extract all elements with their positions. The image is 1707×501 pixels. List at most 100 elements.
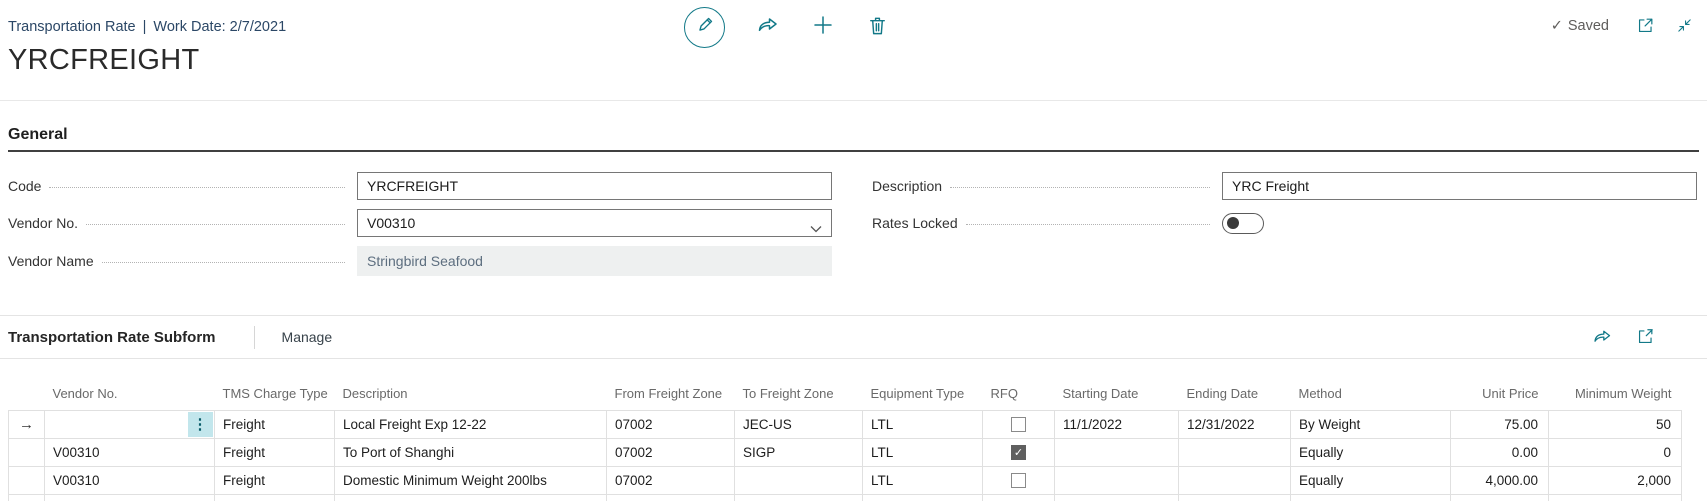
cell-starting-date[interactable]: 11/1/2022 <box>1054 409 1179 439</box>
col-vendor-no[interactable]: Vendor No. <box>44 359 215 411</box>
cell-from-freight-zone[interactable]: 07002 <box>606 437 735 467</box>
col-ending-date[interactable]: Ending Date <box>1178 359 1291 411</box>
subform-title-separator <box>253 325 255 349</box>
cell-method[interactable]: By Weight <box>1290 409 1451 439</box>
cell-ending-date[interactable] <box>1178 493 1291 501</box>
cell-vendor-no[interactable]: V00310 <box>44 465 215 495</box>
vendor-name-label: Vendor Name <box>8 253 94 269</box>
description-field-row: Description <box>872 172 1697 200</box>
code-input[interactable] <box>357 172 832 200</box>
cell-to-freight-zone[interactable] <box>734 465 863 495</box>
cell-unit-price[interactable]: 4,000.00 <box>1450 465 1549 495</box>
cell-ending-date[interactable] <box>1178 437 1291 467</box>
cell-rfq <box>982 437 1055 467</box>
cell-from-freight-zone[interactable] <box>606 493 735 501</box>
vendor-no-input[interactable] <box>357 209 832 237</box>
delete-button[interactable] <box>866 14 889 42</box>
cell-options-button[interactable]: ⋮ <box>188 411 213 437</box>
cell-from-freight-zone[interactable]: 07002 <box>606 465 735 495</box>
cell-method[interactable]: Equally <box>1290 437 1451 467</box>
collapse-icon[interactable] <box>1676 17 1693 34</box>
breadcrumb-separator: | <box>142 19 147 35</box>
chevron-down-icon[interactable] <box>810 220 822 238</box>
transportation-rate-table: Vendor No. TMS Charge Type Description F… <box>0 358 1707 501</box>
page-title: YRCFREIGHT <box>8 44 200 76</box>
table-row: V00310 Freight To Port of Shanghi 07002 … <box>8 437 1682 467</box>
col-from-freight-zone[interactable]: From Freight Zone <box>606 359 735 411</box>
new-button[interactable] <box>811 13 835 42</box>
cell-description[interactable]: To Port of Shanghi <box>334 437 607 467</box>
cell-description[interactable] <box>334 493 607 501</box>
manage-menu[interactable]: Manage <box>282 329 333 345</box>
current-row-indicator: → <box>8 409 45 439</box>
cell-method[interactable]: Equally <box>1290 465 1451 495</box>
cell-minimum-weight[interactable] <box>1548 493 1682 501</box>
share-button[interactable] <box>756 13 780 42</box>
cell-minimum-weight[interactable]: 0 <box>1548 437 1682 467</box>
subform-expand-button[interactable] <box>1636 327 1655 346</box>
cell-starting-date[interactable] <box>1054 465 1179 495</box>
cell-ending-date[interactable]: 12/31/2022 <box>1178 409 1291 439</box>
cell-method[interactable] <box>1290 493 1451 501</box>
cell-ending-date[interactable] <box>1178 465 1291 495</box>
cell-to-freight-zone[interactable]: JEC-US <box>734 409 863 439</box>
dotted-leader <box>950 186 1210 188</box>
vendor-name-value[interactable]: Stringbird Seafood <box>357 246 832 276</box>
share-icon <box>756 13 780 42</box>
cell-minimum-weight[interactable]: 50 <box>1548 409 1682 439</box>
cell-tms-charge-type[interactable]: Freight <box>214 409 335 439</box>
row-selector[interactable] <box>8 437 45 467</box>
description-input[interactable] <box>1222 172 1697 200</box>
cell-tms-charge-type[interactable]: Freight <box>214 437 335 467</box>
col-description[interactable]: Description <box>334 359 607 411</box>
rfq-checkbox[interactable] <box>1011 472 1026 488</box>
cell-tms-charge-type[interactable] <box>214 493 335 501</box>
cell-description[interactable]: Domestic Minimum Weight 200lbs <box>334 465 607 495</box>
cell-equipment-type[interactable]: LTL <box>862 437 983 467</box>
row-selector[interactable] <box>8 465 45 495</box>
rates-locked-toggle[interactable] <box>1222 212 1264 234</box>
breadcrumb-page-link[interactable]: Transportation Rate <box>8 19 136 35</box>
cell-vendor-no[interactable]: V00310 <box>44 437 215 467</box>
cell-rfq[interactable] <box>982 493 1055 501</box>
breadcrumb: Transportation Rate | Work Date: 2/7/202… <box>8 19 286 35</box>
cell-unit-price[interactable]: 0.00 <box>1450 437 1549 467</box>
col-method[interactable]: Method <box>1290 359 1451 411</box>
edit-button[interactable] <box>684 7 725 48</box>
col-equipment-type[interactable]: Equipment Type <box>862 359 983 411</box>
col-to-freight-zone[interactable]: To Freight Zone <box>734 359 863 411</box>
col-starting-date[interactable]: Starting Date <box>1054 359 1179 411</box>
col-unit-price[interactable]: Unit Price <box>1450 359 1549 411</box>
open-in-new-window-button[interactable] <box>1636 16 1655 35</box>
rfq-checkbox[interactable] <box>1011 444 1026 460</box>
cell-from-freight-zone[interactable]: 07002 <box>606 409 735 439</box>
cell-description[interactable]: Local Freight Exp 12-22 <box>334 409 607 439</box>
cell-unit-price[interactable]: 75.00 <box>1450 409 1549 439</box>
cell-equipment-type[interactable]: LTL <box>862 465 983 495</box>
cell-tms-charge-type[interactable]: Freight <box>214 465 335 495</box>
col-rfq[interactable]: RFQ <box>982 359 1055 411</box>
cell-minimum-weight[interactable]: 2,000 <box>1548 465 1682 495</box>
description-label: Description <box>872 178 943 194</box>
cell-equipment-type[interactable] <box>862 493 983 501</box>
col-minimum-weight[interactable]: Minimum Weight <box>1548 359 1682 411</box>
col-tms-charge-type[interactable]: TMS Charge Type <box>214 359 335 411</box>
status-bar: ✓ Saved <box>1551 16 1693 35</box>
subform-header: Transportation Rate Subform Manage <box>8 324 332 350</box>
cell-starting-date[interactable] <box>1054 493 1179 501</box>
vendor-no-label: Vendor No. <box>8 215 79 231</box>
cell-equipment-type[interactable]: LTL <box>862 409 983 439</box>
cell-vendor-no[interactable]: ⋮ <box>44 409 215 439</box>
window-controls <box>1636 16 1693 35</box>
cell-to-freight-zone[interactable]: SIGP <box>734 437 863 467</box>
cell-rfq <box>982 465 1055 495</box>
cell-starting-date[interactable] <box>1054 437 1179 467</box>
subform-share-button[interactable] <box>1592 326 1613 347</box>
code-label: Code <box>8 178 42 194</box>
general-section-title: General <box>8 126 68 143</box>
cell-vendor-no[interactable] <box>44 493 215 501</box>
cell-to-freight-zone[interactable] <box>734 493 863 501</box>
row-selector[interactable] <box>8 493 45 501</box>
cell-unit-price[interactable] <box>1450 493 1549 501</box>
rfq-checkbox[interactable] <box>1011 416 1026 432</box>
